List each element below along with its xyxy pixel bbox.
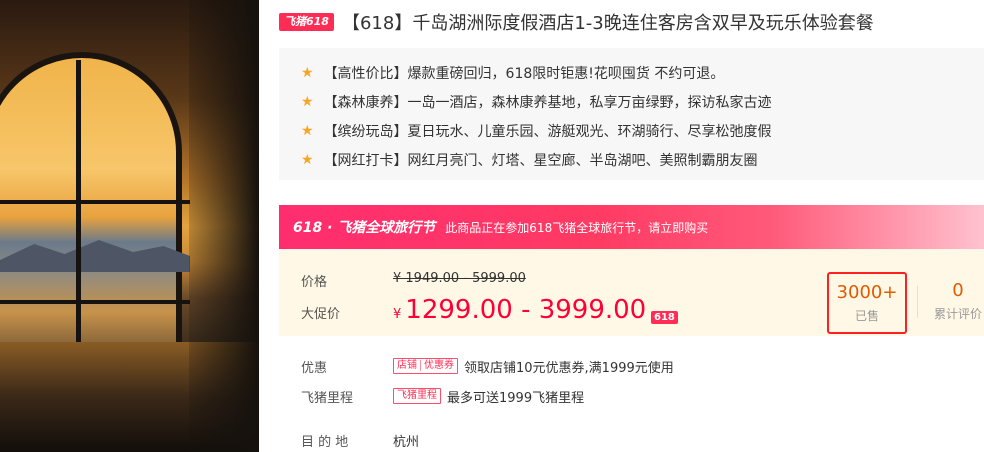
promo-price: ¥ 1299.00 - 3999.00 (393, 295, 646, 325)
star-icon: ★ (301, 93, 314, 110)
promo-price-label: 大促价 (301, 307, 341, 322)
highlight-item: ★ 【森林康养】一岛一酒店，森林康养基地，私享万亩绿野，探访私家古迹 (301, 87, 984, 116)
festival-logo: 618 · 飞猪全球旅行节 (293, 220, 436, 236)
chip-store: 店铺 (397, 360, 417, 371)
banner-text: 此商品正在参加618飞猪全球旅行节，请立即购买 (445, 220, 709, 235)
highlight-text: 【森林康养】一岛一酒店，森林康养基地，私享万亩绿野，探访私家古迹 (323, 94, 772, 111)
highlights-box: ★ 【高性价比】爆款重磅回归，618限时钜惠!花呗囤货 不约可退。 ★ 【森林康… (279, 48, 984, 180)
coupon-row: 优惠 店铺 优惠券 领取店铺10元优惠券,满1999元使用 (301, 356, 674, 376)
highlight-item: ★ 【网红打卡】网红月亮门、灯塔、星空廊、半岛湖吧、美照制霸朋友圈 (301, 145, 984, 174)
review-value: 0 (952, 280, 964, 301)
product-title: 【618】千岛湖洲际度假酒店1-3晚连住客房含双早及玩乐体验套餐 (341, 13, 874, 34)
promo-price-value: 1299.00 - 3999.00 (405, 295, 647, 325)
mileage-chip: 飞猪里程 (393, 388, 441, 404)
window-frame-horizontal (0, 300, 190, 304)
highlight-item: ★ 【高性价比】爆款重磅回归，618限时钜惠!花呗囤货 不约可退。 (301, 58, 984, 87)
mileage-text: 最多可送1999飞猪里程 (447, 390, 585, 406)
highlight-text: 【网红打卡】网红月亮门、灯塔、星空廊、半岛湖吧、美照制霸朋友圈 (323, 152, 758, 169)
coupon-chip[interactable]: 店铺 优惠券 (393, 358, 458, 374)
destination-label: 目 的 地 (301, 434, 349, 450)
star-icon: ★ (301, 122, 314, 139)
mileage-row: 飞猪里程 飞猪里程 最多可送1999飞猪里程 (301, 386, 584, 406)
stat-divider (917, 286, 918, 318)
fliggy-618-badge: 飞猪618 (279, 13, 334, 31)
sold-value: 3000+ (836, 282, 898, 303)
product-detail-panel: 飞猪618 【618】千岛湖洲际度假酒店1-3晚连住客房含双早及玩乐体验套餐 ★… (279, 0, 984, 452)
chip-coupon: 优惠券 (420, 360, 454, 371)
destination-row: 目 的 地 杭州 (301, 430, 419, 450)
promo-banner[interactable]: 618 · 飞猪全球旅行节 此商品正在参加618飞猪全球旅行节，请立即购买 (279, 205, 984, 249)
coupon-text[interactable]: 领取店铺10元优惠券,满1999元使用 (464, 357, 674, 376)
title-row: 飞猪618 【618】千岛湖洲际度假酒店1-3晚连住客房含双早及玩乐体验套餐 (279, 8, 874, 36)
review-count[interactable]: 0 累计评价 (923, 280, 984, 322)
mileage-label: 飞猪里程 (301, 390, 354, 406)
product-hero-image[interactable] (0, 0, 259, 452)
window-frame-horizontal (0, 200, 190, 204)
highlight-item: ★ 【缤纷玩岛】夏日玩水、儿童乐园、游艇观光、环湖骑行、尽享松弛度假 (301, 116, 984, 145)
interior-shadow (189, 0, 259, 452)
destination-value: 杭州 (393, 434, 420, 450)
original-price: ¥ 1949.00 - 5999.00 (393, 271, 526, 286)
sold-label: 已售 (854, 309, 879, 323)
coupon-label: 优惠 (301, 360, 328, 376)
highlight-text: 【高性价比】爆款重磅回归，618限时钜惠!花呗囤货 不约可退。 (323, 65, 725, 82)
star-icon: ★ (301, 151, 314, 168)
original-price-label: 价格 (301, 275, 328, 290)
promo-618-tag: 618 (651, 311, 678, 324)
sold-count: 3000+ 已售 (827, 272, 907, 334)
star-icon: ★ (301, 64, 314, 81)
moon-gate-window (0, 52, 182, 382)
currency-symbol: ¥ (393, 307, 402, 322)
review-label: 累计评价 (933, 307, 982, 321)
highlight-text: 【缤纷玩岛】夏日玩水、儿童乐园、游艇观光、环湖骑行、尽享松弛度假 (323, 123, 772, 140)
